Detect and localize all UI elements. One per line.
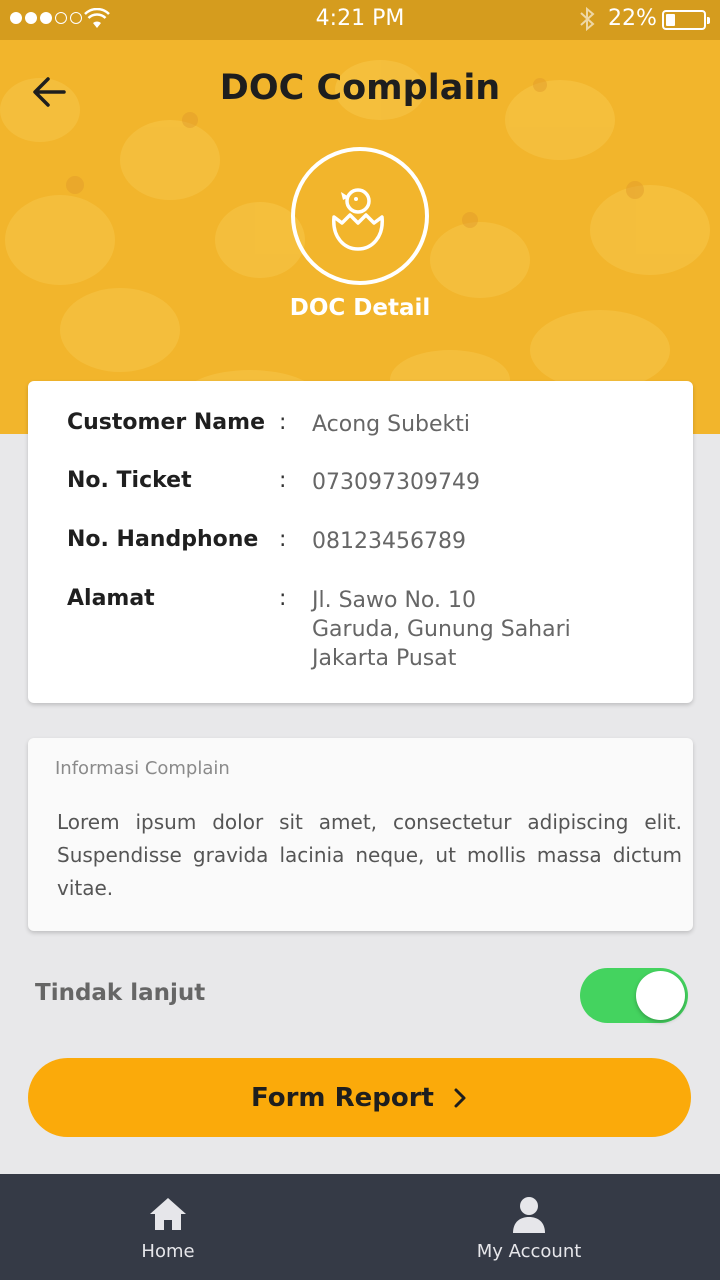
- address-line: Jakarta Pusat: [312, 646, 457, 671]
- detail-separator: :: [279, 410, 287, 435]
- detail-separator: :: [279, 586, 287, 611]
- status-bar: 4:21 PM 22%: [0, 0, 720, 40]
- detail-separator: :: [279, 468, 287, 493]
- home-icon: [150, 1198, 186, 1230]
- tindak-lanjut-label: Tindak lanjut: [35, 980, 206, 1006]
- detail-value: 073097309749: [312, 470, 480, 495]
- detail-label: Alamat: [67, 586, 155, 611]
- battery-icon: [662, 10, 710, 30]
- toggle-knob: [636, 971, 685, 1020]
- hatching-chick-icon: [291, 147, 429, 285]
- customer-detail-card: Customer Name : Acong Subekti No. Ticket…: [28, 381, 693, 703]
- detail-separator: :: [279, 527, 287, 552]
- complaint-info-card: Informasi Complain Lorem ipsum dolor sit…: [28, 738, 693, 931]
- detail-value: Acong Subekti: [312, 412, 471, 437]
- detail-label: No. Handphone: [67, 527, 259, 552]
- page-title: DOC Complain: [219, 68, 501, 108]
- bottom-nav: Home My Account: [0, 1174, 720, 1280]
- info-text: Lorem ipsum dolor sit amet, consectetur …: [57, 810, 682, 900]
- nav-my-account[interactable]: My Account: [409, 1174, 649, 1280]
- address-line: Garuda, Gunung Sahari: [312, 617, 571, 642]
- detail-label: No. Ticket: [67, 468, 192, 493]
- nav-home-label: Home: [141, 1241, 195, 1262]
- detail-label: Customer Name: [67, 410, 265, 435]
- bluetooth-icon: [580, 6, 595, 32]
- nav-home[interactable]: Home: [48, 1174, 288, 1280]
- form-report-button[interactable]: Form Report: [28, 1058, 691, 1137]
- address-value: Jl. Sawo No. 10 Garuda, Gunung Sahari Ja…: [312, 586, 652, 673]
- hero-label: DOC Detail: [289, 295, 431, 321]
- nav-account-label: My Account: [476, 1241, 582, 1262]
- battery-percent: 22%: [608, 6, 657, 31]
- address-line: Jl. Sawo No. 10: [312, 588, 476, 613]
- detail-value: 08123456789: [312, 529, 466, 554]
- form-report-label: Form Report: [251, 1082, 434, 1113]
- user-icon: [513, 1197, 545, 1233]
- tindak-lanjut-toggle[interactable]: [580, 968, 688, 1023]
- info-title: Informasi Complain: [55, 758, 230, 779]
- chevron-right-icon: [454, 1088, 466, 1107]
